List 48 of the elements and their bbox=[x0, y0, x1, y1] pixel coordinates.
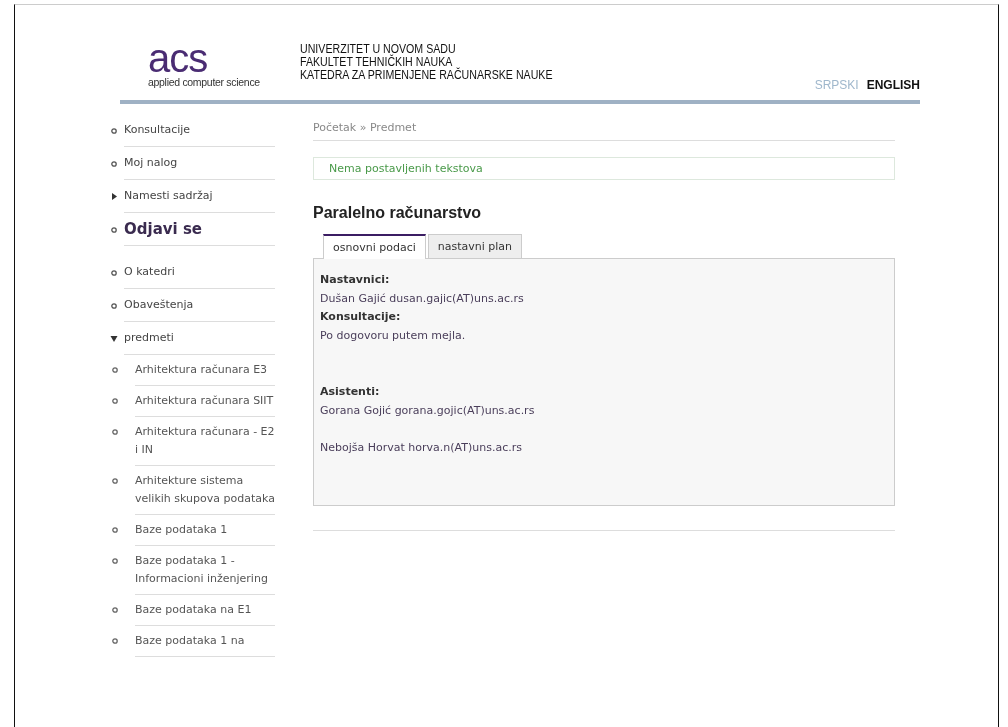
tab[interactable]: osnovni podaci bbox=[323, 234, 426, 259]
notice-message: Nema postavljenih tekstova bbox=[313, 157, 895, 180]
breadcrumb: Početak » Predmet bbox=[313, 121, 417, 134]
menu-link[interactable]: Obaveštenja bbox=[124, 289, 275, 322]
section-heading: Nastavnici: bbox=[320, 272, 391, 288]
menu-link[interactable]: Moj nalog bbox=[124, 147, 275, 180]
bullet-icon bbox=[110, 302, 118, 309]
triangle-right-icon bbox=[110, 193, 118, 200]
bullet-icon bbox=[112, 558, 118, 564]
page-title: Paralelno računarstvo bbox=[313, 204, 483, 222]
language-link[interactable]: ENGLISH bbox=[866, 78, 920, 92]
contact-text: Gorana Gojić gorana.gojic(AT)uns.ac.rs bbox=[320, 403, 536, 419]
bullet-icon bbox=[112, 638, 118, 644]
course-link[interactable]: Arhitektura računara - E2 i IN bbox=[135, 417, 275, 466]
bullet-icon bbox=[110, 160, 118, 167]
contact-text: Nebojša Horvat horva.n(AT)uns.ac.rs bbox=[320, 440, 523, 456]
bullet-icon bbox=[110, 226, 118, 233]
bullet-icon bbox=[112, 478, 118, 484]
contact-text: Po dogovoru putem mejla. bbox=[320, 328, 467, 344]
institution-name: UNIVERZITET U NOVOM SADU bbox=[300, 43, 457, 56]
course-link[interactable]: Baze podataka 1 na bbox=[135, 626, 275, 657]
bullet-icon bbox=[110, 269, 118, 276]
logo-tagline: applied computer science bbox=[148, 76, 260, 88]
menu-link[interactable]: Konsultacije bbox=[124, 114, 275, 147]
institution-name: FAKULTET TEHNIČKIH NAUKA bbox=[300, 56, 453, 69]
bullet-icon bbox=[110, 127, 118, 134]
menu-link[interactable]: Namesti sadržaj bbox=[124, 180, 275, 213]
course-link[interactable]: Baze podataka 1 - Informacioni inženjering bbox=[135, 546, 275, 595]
bullet-icon bbox=[112, 607, 118, 613]
section-heading: Konsultacije: bbox=[320, 309, 402, 325]
menu-link[interactable]: predmeti bbox=[124, 322, 275, 355]
bullet-icon bbox=[112, 398, 118, 404]
menu-link[interactable]: O katedri bbox=[124, 256, 275, 289]
course-link[interactable]: Arhitektura računara SIIT bbox=[135, 386, 275, 417]
bullet-icon bbox=[112, 527, 118, 533]
section-heading: Asistenti: bbox=[320, 384, 381, 400]
logo-mark: acs bbox=[148, 40, 208, 76]
course-link[interactable]: Baze podataka 1 bbox=[135, 515, 275, 546]
course-link[interactable]: Arhitektura računara E3 bbox=[135, 355, 275, 386]
tab[interactable]: nastavni plan bbox=[427, 234, 523, 258]
institution-name: KATEDRA ZA PRIMENJENE RAČUNARSKE NAUKE bbox=[300, 69, 553, 82]
course-link[interactable]: Baze podataka na E1 bbox=[135, 595, 275, 626]
menu-link[interactable]: Odjavi se bbox=[124, 213, 275, 246]
bullet-icon bbox=[112, 429, 118, 435]
contact-text: Dušan Gajić dusan.gajic(AT)uns.ac.rs bbox=[320, 291, 525, 307]
bullet-icon bbox=[112, 367, 118, 373]
triangle-down-icon bbox=[110, 335, 118, 342]
course-link[interactable]: Arhitekture sistema velikih skupova podataka bbox=[135, 466, 275, 515]
